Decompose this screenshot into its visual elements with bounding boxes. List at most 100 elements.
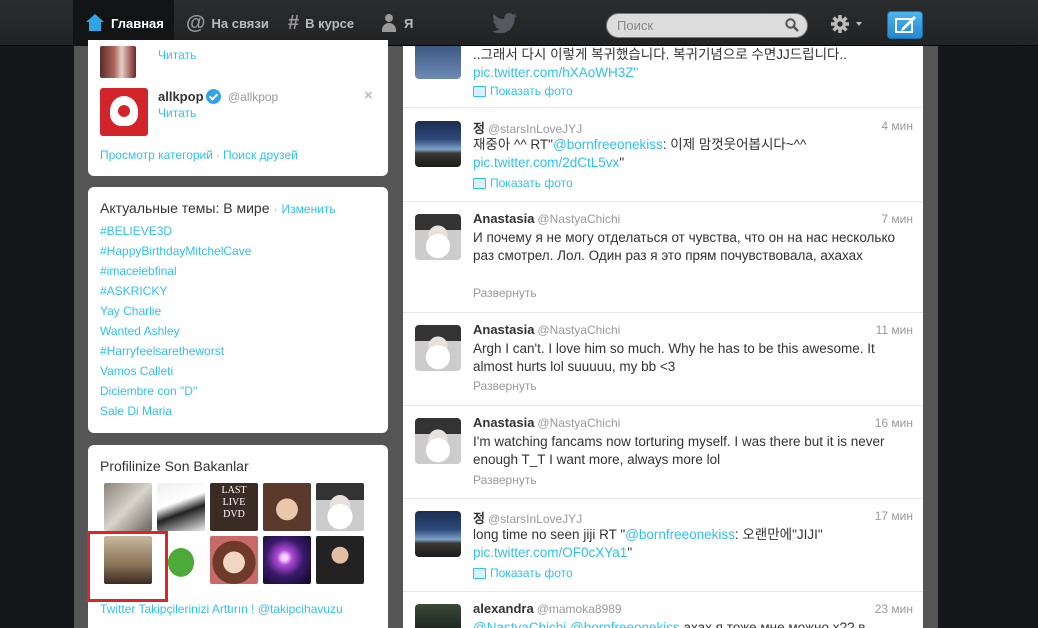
author-name[interactable]: Anastasia — [473, 415, 534, 430]
nav-connect-label: На связи — [211, 15, 269, 31]
tweet-body: long time no seen jiji RT " — [473, 527, 626, 542]
trend-link[interactable]: Vamos Calleti — [100, 364, 173, 378]
tweet-header: alexandra @mamoka8989 23 мин — [473, 601, 913, 617]
thumb-text: LAST LIVE — [221, 485, 247, 508]
avatar[interactable] — [415, 46, 461, 79]
search-icon[interactable] — [785, 18, 799, 32]
expand-link[interactable]: Развернуть — [473, 379, 537, 393]
tweet-header: Anastasia @NastyaChichi 7 мин — [473, 211, 913, 227]
promo-link[interactable]: Twitter Takipçilerinizi Arttırın ! @taki… — [100, 602, 343, 616]
who-to-follow-card: Читать allkpop @allkpop × Читать Просмот… — [88, 40, 388, 176]
compose-icon — [895, 16, 916, 33]
trend-link[interactable]: Sale Di Maria — [100, 404, 172, 418]
trend-item: #Harryfeelsaretheworst — [100, 343, 251, 363]
view-photo-link[interactable]: Показать фото — [473, 176, 573, 190]
photo-link[interactable]: pic.twitter.com/hXAoWH3Z" — [473, 65, 638, 80]
change-trends-link[interactable]: Изменить — [282, 202, 336, 216]
author-handle: @starsInLoveJYJ — [487, 512, 583, 526]
avatar[interactable] — [415, 604, 461, 628]
photo-link[interactable]: pic.twitter.com/OF0cXYa1 — [473, 545, 627, 560]
author-name[interactable]: Anastasia — [473, 211, 534, 226]
view-photo-link[interactable]: Показать фото — [473, 566, 573, 580]
follow-link[interactable]: Читать — [158, 106, 196, 120]
expand-link[interactable]: Развернуть — [473, 286, 537, 300]
follow-link[interactable]: Читать — [158, 48, 196, 62]
allkpop-avatar[interactable] — [100, 88, 148, 136]
tweet[interactable]: ..그래서 다시 이렇게 복귀했습니다. 복귀기념으로 수면JJ드립니다.. p… — [403, 46, 923, 108]
account-handle: @allkpop — [228, 90, 279, 104]
twitter-bird-icon[interactable] — [492, 13, 518, 33]
viewer-avatar[interactable] — [316, 536, 364, 584]
trend-link[interactable]: #Harryfeelsaretheworst — [100, 344, 224, 358]
viewer-avatar[interactable] — [157, 483, 205, 531]
photo-link[interactable]: pic.twitter.com/2dCtL5vx — [473, 155, 619, 170]
search-box — [606, 13, 808, 38]
viewer-avatar[interactable] — [210, 536, 258, 584]
author-handle: @mamoka8989 — [536, 602, 622, 616]
trend-link[interactable]: Diciembre con "D" — [100, 384, 197, 398]
trend-link[interactable]: #imacelebfinal — [100, 264, 177, 278]
avatar[interactable] — [415, 121, 461, 167]
tweet[interactable]: Anastasia @NastyaChichi 11 мин Argh I can… — [403, 313, 923, 406]
tweet[interactable]: Anastasia @NastyaChichi 7 мин И почему я … — [403, 202, 923, 313]
avatar[interactable] — [415, 325, 461, 371]
trend-link[interactable]: Yay Charlie — [100, 304, 161, 318]
mention-link[interactable]: @NastyaChichi — [473, 620, 566, 628]
gear-icon[interactable] — [830, 14, 864, 34]
tweet-text: long time no seen jiji RT "@bornfreeonek… — [473, 526, 913, 562]
author-name[interactable]: Anastasia — [473, 322, 534, 337]
tweet-timestamp[interactable]: 4 мин — [881, 119, 913, 133]
trends-card: Актуальные темы: В мире · Изменить #BELIEV… — [88, 187, 388, 433]
author-name[interactable]: 정 — [473, 511, 485, 526]
mention-link[interactable]: @bornfreeonekiss — [625, 527, 735, 542]
nav-discover-label: В курсе — [305, 15, 355, 31]
trend-item: #HappyBirthdayMitchelCave — [100, 243, 251, 263]
viewer-avatar[interactable]: LAST LIVE DVD INE RELE — [210, 483, 258, 542]
nav-home-label: Главная — [111, 15, 164, 31]
find-friends-link[interactable]: Поиск друзей — [223, 148, 298, 162]
avatar[interactable] — [415, 418, 461, 464]
viewers-title: Profilinize Son Bakanlar — [100, 458, 249, 474]
avatar[interactable] — [100, 46, 136, 78]
tweet-body: ..그래서 다시 이렇게 복귀했습니다. 복귀기념으로 수면JJ드립니다.. — [473, 47, 847, 62]
dismiss-icon[interactable]: × — [364, 87, 373, 104]
trend-item: Sale Di Maria — [100, 403, 251, 423]
author-name[interactable]: alexandra — [473, 601, 534, 616]
separator: · — [273, 202, 278, 216]
tweet[interactable]: 정 @starsInLoveJYJ 4 мин 재중아 ^^ RT"@bornfr… — [403, 109, 923, 202]
avatar[interactable] — [415, 511, 461, 557]
viewer-avatar[interactable] — [316, 483, 364, 531]
browse-categories-link[interactable]: Просмотр категорий — [100, 148, 213, 162]
avatar[interactable] — [415, 214, 461, 260]
tweet-timestamp[interactable]: 16 мин — [875, 416, 913, 430]
tweet-timestamp[interactable]: 17 мин — [875, 509, 913, 523]
tweet-timestamp[interactable]: 23 мин — [875, 602, 913, 616]
trend-link[interactable]: #ASKRICKY — [100, 284, 167, 298]
viewer-avatar[interactable] — [263, 483, 311, 531]
trend-link[interactable]: #HappyBirthdayMitchelCave — [100, 244, 251, 258]
tweet-timestamp[interactable]: 11 мин — [876, 323, 913, 337]
viewer-avatar[interactable] — [104, 483, 152, 531]
view-photo-link[interactable]: Показать фото — [473, 84, 573, 98]
tweet-body: " — [619, 155, 625, 170]
expand-link[interactable]: Развернуть — [473, 473, 537, 487]
account-name[interactable]: allkpop — [158, 89, 204, 104]
mention-link[interactable]: @bornfreeonekiss — [570, 620, 680, 628]
tweet-timestamp[interactable]: 7 мин — [881, 212, 913, 226]
trend-link[interactable]: #BELIEVE3D — [100, 224, 172, 238]
compose-tweet-button[interactable] — [887, 11, 923, 39]
tweet[interactable]: Anastasia @NastyaChichi 16 мин I'm watchi… — [403, 406, 923, 499]
highlight-box — [87, 531, 168, 602]
viewer-avatar[interactable] — [263, 536, 311, 584]
tweet[interactable]: 정 @starsInLoveJYJ 17 мин long time no see… — [403, 499, 923, 592]
nav-me-label: Я — [404, 15, 414, 31]
tweet[interactable]: alexandra @mamoka8989 23 мин @NastyaChich… — [403, 592, 923, 628]
trend-list: #BELIEVE3D #HappyBirthdayMitchelCave #im… — [100, 223, 251, 423]
tweet-text: ..그래서 다시 이렇게 복귀했습니다. 복귀기념으로 수면JJ드립니다.. p… — [473, 46, 913, 82]
trend-link[interactable]: Wanted Ashley — [100, 324, 180, 338]
profile-viewers-card: Profilinize Son Bakanlar LAST LIVE DVD I… — [87, 445, 388, 628]
mention-link[interactable]: @bornfreeonekiss — [553, 137, 663, 152]
author-handle: @NastyaChichi — [537, 323, 621, 337]
search-input[interactable] — [617, 17, 777, 34]
author-name[interactable]: 정 — [473, 121, 485, 136]
